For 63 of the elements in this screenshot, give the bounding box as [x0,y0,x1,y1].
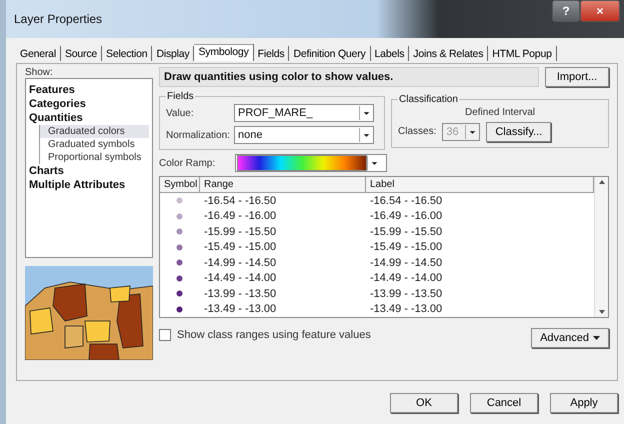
field-label: Classes: [398,126,436,137]
help-button[interactable]: ? [552,0,580,22]
column-header[interactable]: Symbol [160,177,200,193]
caret-icon [593,336,600,340]
list-item[interactable]: Features [29,83,149,97]
tab[interactable]: General [16,46,61,61]
tab[interactable]: Definition Query [289,46,371,61]
method-text: Defined Interval [464,106,536,118]
table-cell-text: -14.49 - -14.00 [369,272,444,284]
list-item[interactable]: Categories [29,97,149,111]
dialog-button[interactable]: Apply [550,393,618,413]
tab[interactable]: Selection [102,46,152,61]
tab[interactable]: Fields [254,46,290,61]
window-title: Layer Properties [14,12,104,26]
table-cell-text: -13.99 - -13.50 [203,288,278,300]
column-header[interactable]: Label [366,177,594,193]
group-title: Classification [398,94,459,104]
import-button[interactable]: Import... [545,67,609,87]
table-cell-text: -16.54 - -16.50 [369,194,444,207]
table-cell-text: -13.99 - -13.50 [369,288,444,300]
field-label: Normalization: [166,130,228,140]
classify-button[interactable]: Classify... [486,122,552,142]
table-cell-text: -14.49 - -14.00 [203,272,278,284]
field-label: Value: [166,108,195,118]
list-item[interactable]: Multiple Attributes [29,178,149,192]
table-cell-text: -15.99 - -15.50 [203,226,278,238]
list-item[interactable]: Graduated symbols [39,138,149,151]
list-item[interactable]: Graduated colors [39,125,149,138]
scrollbar[interactable] [594,177,608,317]
color-ramp-dropdown[interactable] [235,154,387,172]
table-cell-text: -13.49 - -13.00 [203,303,278,316]
table-cell-text: -15.49 - -15.00 [203,241,278,254]
normalization-dropdown[interactable]: none [234,126,374,144]
table-cell-text: -16.49 - -16.00 [369,210,444,222]
table-cell-text: -13.49 - -13.00 [369,303,444,316]
tab[interactable]: Source [60,46,102,61]
table-cell-text: -15.49 - -15.00 [369,241,444,254]
close-button[interactable]: × [580,0,620,22]
scroll-up-icon[interactable] [598,179,606,185]
list-item[interactable]: Charts [29,164,149,178]
checkbox-label: Show class ranges using feature values [177,329,371,341]
table-cell-text: -15.99 - -15.50 [369,226,444,238]
group-title: Fields [166,91,195,102]
advanced-button[interactable]: Advanced [531,328,609,348]
tab[interactable]: Symbology [194,44,254,61]
field-label: Color Ramp: [159,158,216,168]
dialog-button[interactable]: OK [390,393,458,413]
column-header[interactable]: Range [200,177,366,193]
value-dropdown[interactable]: PROF_MARE_ [234,104,374,122]
table-cell-text: -14.99 - -14.50 [203,256,278,269]
tab[interactable]: HTML Popup [488,46,557,61]
show-label: Show: [25,67,54,78]
table-cell-text: -14.99 - -14.50 [369,256,444,269]
tab[interactable]: Joins & Relates [409,46,488,61]
scroll-down-icon[interactable] [598,309,606,315]
table-cell-text: -16.49 - -16.00 [203,210,278,222]
list-item[interactable]: Quantities [29,111,149,125]
table-cell-text: -16.54 - -16.50 [203,194,278,207]
dialog-button[interactable]: Cancel [470,393,538,413]
description-text: Draw quantities using color to show values. [159,67,539,87]
tab[interactable]: Labels [370,46,410,61]
list-item[interactable]: Proportional symbols [39,151,149,164]
checkbox[interactable] [159,329,171,341]
